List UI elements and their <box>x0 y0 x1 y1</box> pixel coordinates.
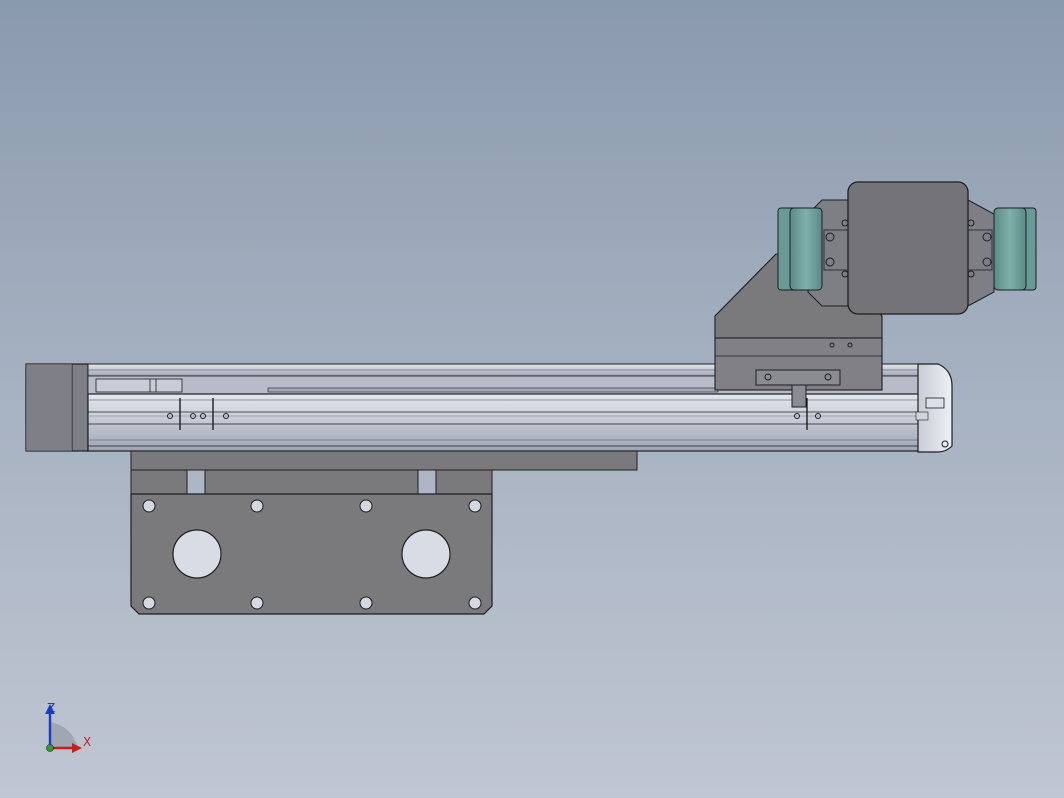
gripper <box>777 181 1037 315</box>
cad-viewport[interactable]: Z X <box>0 0 1064 798</box>
cad-model-view[interactable]: Z X <box>0 0 1064 798</box>
mounting-bracket <box>130 450 638 615</box>
motor-block <box>25 363 89 452</box>
axis-z-label: Z <box>47 701 55 715</box>
coordinate-triad: Z X <box>45 701 91 753</box>
axis-x-label: X <box>83 735 91 749</box>
axis-origin-icon <box>46 744 54 752</box>
